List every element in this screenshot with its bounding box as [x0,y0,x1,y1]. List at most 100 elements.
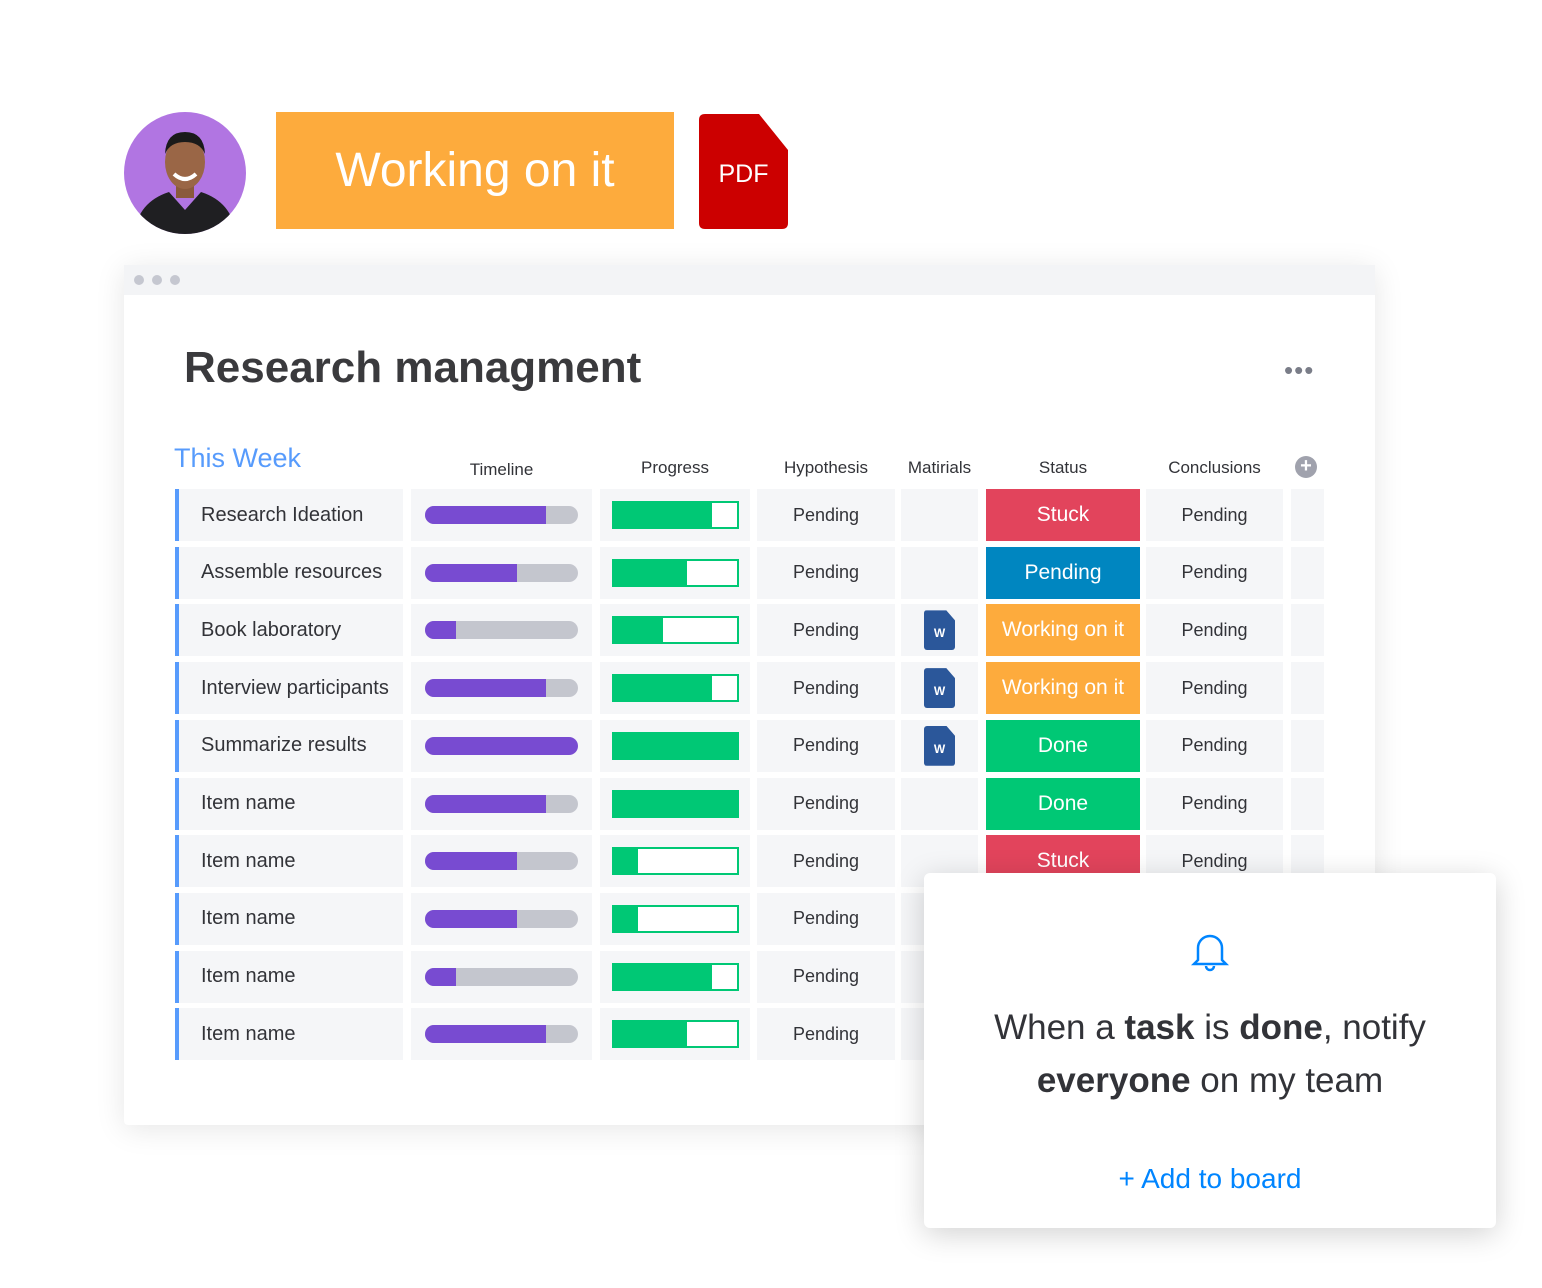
empty-cell [1291,777,1324,830]
timeline-bar [425,967,578,986]
timeline-fill [425,852,517,871]
pdf-label: PDF [718,160,769,188]
hypothesis-cell[interactable]: Pending [757,489,895,541]
materials-cell[interactable] [901,489,978,541]
item-name-cell[interactable]: Item name [175,835,403,888]
status-cell[interactable]: Stuck [986,489,1140,541]
hypothesis-cell[interactable]: Pending [757,719,895,772]
timeline-fill [425,563,517,582]
item-name-cell[interactable]: Summarize results [175,719,403,772]
hypothesis-cell[interactable]: Pending [757,835,895,888]
progress-fill [613,676,712,701]
timeline-cell[interactable] [411,777,592,830]
materials-cell[interactable]: W [901,604,978,657]
column-header-timeline[interactable]: Timeline [411,460,592,480]
hypothesis-cell[interactable]: Pending [757,546,895,599]
hypothesis-cell[interactable]: Pending [757,950,895,1003]
timeline-cell[interactable] [411,892,592,945]
item-name-cell[interactable]: Item name [175,777,403,830]
item-name-cell[interactable]: Interview participants [175,662,403,715]
status-badge-working: Working on it [276,112,674,229]
progress-fill [613,791,737,816]
more-options-icon[interactable]: ••• [1284,355,1314,386]
progress-bar [611,558,739,587]
table-row: Book laboratory Pending W Working on it … [124,604,1375,657]
timeline-cell[interactable] [411,950,592,1003]
bell-icon [1188,928,1232,977]
conclusions-cell[interactable]: Pending [1146,662,1283,715]
item-name-cell[interactable]: Book laboratory [175,604,403,657]
timeline-bar [425,506,578,524]
column-header-materials[interactable]: Matirials [895,458,984,478]
status-cell[interactable]: Working on it [986,662,1140,715]
word-file-icon[interactable]: W [924,610,955,651]
msg-bold: everyone [1036,1061,1191,1100]
timeline-cell[interactable] [411,662,592,715]
timeline-fill [425,1025,546,1044]
timeline-fill [425,679,546,698]
msg-text: , notify [1322,1008,1426,1047]
column-header-progress[interactable]: Progress [600,458,750,478]
pdf-file-icon[interactable]: PDF [699,114,788,229]
item-name-cell[interactable]: Item name [175,892,403,945]
conclusions-cell[interactable]: Pending [1146,546,1283,599]
materials-cell[interactable] [901,777,978,830]
column-header-conclusions[interactable]: Conclusions [1146,458,1283,478]
group-title[interactable]: This Week [174,443,301,474]
progress-fill [613,503,712,527]
materials-cell[interactable]: W [901,719,978,772]
word-file-icon[interactable]: W [924,725,955,766]
hypothesis-cell[interactable]: Pending [757,1008,895,1061]
progress-bar [611,616,739,645]
word-file-icon[interactable]: W [924,668,955,709]
progress-bar [611,962,739,991]
timeline-cell[interactable] [411,1008,592,1061]
conclusions-cell[interactable]: Pending [1146,604,1283,657]
progress-cell [600,719,750,772]
add-to-board-button[interactable]: + Add to board [924,1163,1496,1195]
item-name-cell[interactable]: Item name [175,950,403,1003]
progress-cell [600,777,750,830]
msg-text: on my team [1190,1061,1384,1100]
item-name-cell[interactable]: Item name [175,1008,403,1061]
conclusions-cell[interactable]: Pending [1146,489,1283,541]
progress-bar [611,847,739,876]
hypothesis-cell[interactable]: Pending [757,892,895,945]
progress-bar [611,731,739,760]
status-cell[interactable]: Done [986,777,1140,830]
timeline-cell[interactable] [411,489,592,541]
progress-bar [611,1020,739,1049]
hypothesis-cell[interactable]: Pending [757,604,895,657]
column-header-hypothesis[interactable]: Hypothesis [757,458,895,478]
column-header-status[interactable]: Status [986,458,1140,478]
hypothesis-cell[interactable]: Pending [757,662,895,715]
progress-fill [613,964,712,989]
progress-cell [600,835,750,888]
timeline-cell[interactable] [411,604,592,657]
progress-cell [600,604,750,657]
timeline-bar [425,563,578,582]
progress-fill [613,560,688,585]
table-row: Item name Pending Done Pending [124,777,1375,830]
item-name-cell[interactable]: Research Ideation [175,489,403,541]
status-badge-label: Working on it [335,144,615,197]
item-name-cell[interactable]: Assemble resources [175,546,403,599]
status-cell[interactable]: Done [986,719,1140,772]
status-cell[interactable]: Working on it [986,604,1140,657]
timeline-cell[interactable] [411,546,592,599]
status-cell[interactable]: Pending [986,546,1140,599]
progress-cell [600,489,750,541]
avatar [124,112,246,234]
timeline-fill [425,909,517,928]
timeline-fill [425,736,578,755]
add-column-icon[interactable]: + [1295,456,1317,478]
msg-text: is [1194,1008,1240,1047]
hypothesis-cell[interactable]: Pending [757,777,895,830]
timeline-cell[interactable] [411,719,592,772]
materials-cell[interactable]: W [901,662,978,715]
timeline-cell[interactable] [411,835,592,888]
conclusions-cell[interactable]: Pending [1146,777,1283,830]
materials-cell[interactable] [901,546,978,599]
table-row: Interview participants Pending W Working… [124,662,1375,715]
conclusions-cell[interactable]: Pending [1146,719,1283,772]
